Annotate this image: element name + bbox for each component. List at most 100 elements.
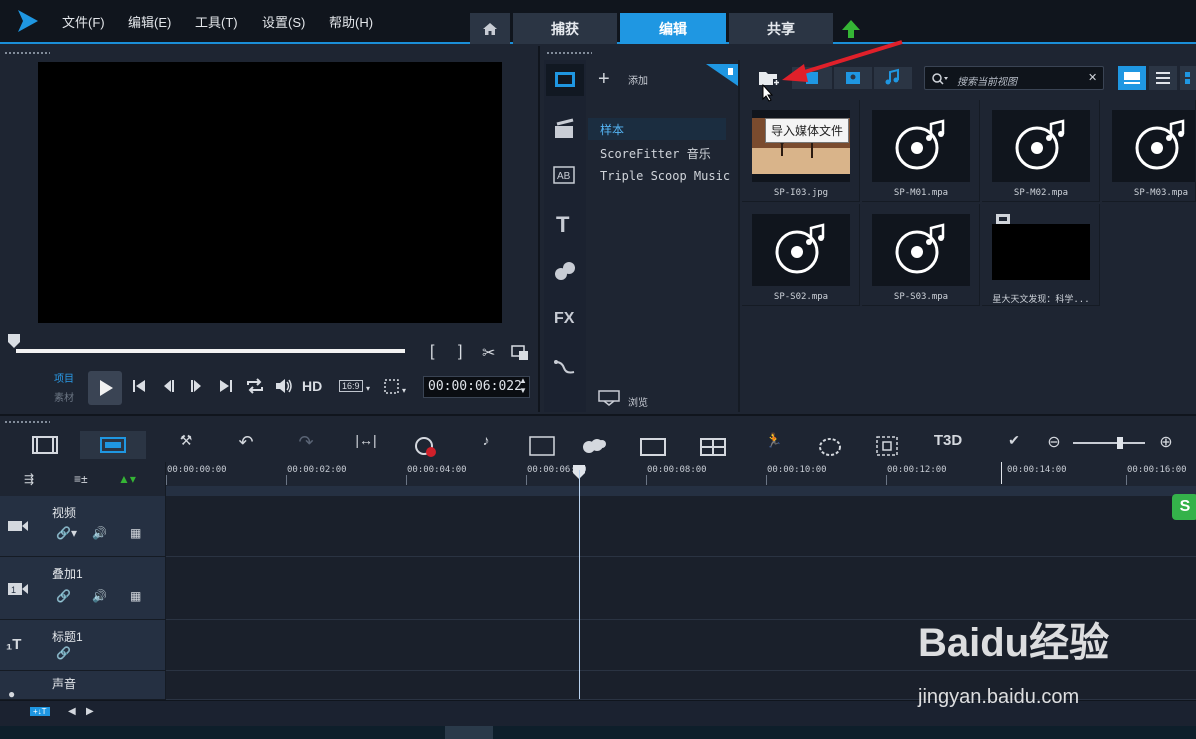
time-remap-icon[interactable]: 🏃	[760, 432, 788, 454]
add-icon[interactable]: +	[598, 68, 610, 91]
panel-grip[interactable]	[4, 420, 50, 424]
link-icon[interactable]: 🔗▾	[56, 526, 77, 540]
search-input[interactable]: 搜索当前视图 ✕	[924, 66, 1104, 90]
browse-icon[interactable]	[598, 390, 620, 406]
add-track-small-icon[interactable]: +↓T	[30, 707, 50, 716]
instant-project-icon[interactable]	[553, 118, 577, 140]
track-manager-icon[interactable]: ⇶	[24, 472, 34, 486]
add-track-icon[interactable]: ≡±	[74, 472, 88, 486]
media-item[interactable]: SP-M01.mpa	[862, 100, 980, 202]
track-video[interactable]: S	[166, 494, 1196, 557]
multi-camera-icon[interactable]	[700, 438, 726, 456]
media-item-label: SP-S03.mpa	[893, 292, 949, 302]
end-icon[interactable]	[218, 378, 234, 394]
media-item[interactable]: SP-M03.mpa	[1102, 100, 1196, 202]
smart-package-icon[interactable]: ✔	[1000, 432, 1028, 454]
timeline-view-button[interactable]	[80, 431, 146, 459]
zoom-slider-handle[interactable]	[1117, 437, 1123, 449]
menu-tools[interactable]: 工具(T)	[195, 12, 238, 31]
hd-toggle[interactable]: HD	[302, 378, 322, 394]
pan-zoom-icon[interactable]	[876, 436, 898, 456]
grid-toggle-icon[interactable]: ▦	[130, 589, 141, 603]
record-icon[interactable]	[413, 436, 439, 458]
enlarge-preview-icon[interactable]	[511, 345, 529, 361]
storyboard-view-icon[interactable]	[32, 436, 58, 454]
tab-home[interactable]	[470, 13, 510, 44]
fx-icon[interactable]: FX	[554, 310, 574, 328]
link-icon[interactable]: 🔗	[56, 589, 71, 603]
chevron-down-icon[interactable]: ▾	[402, 386, 406, 395]
tree-item-scorefitter[interactable]: ScoreFitter 音乐	[600, 145, 711, 162]
tree-item-triplescoop[interactable]: Triple Scoop Music	[600, 169, 730, 183]
mute-icon[interactable]: 🔊	[92, 589, 107, 603]
menu-settings[interactable]: 设置(S)	[262, 12, 305, 31]
play-button[interactable]	[88, 371, 122, 405]
timecode-stepper[interactable]: ▲ ▼	[519, 376, 527, 396]
path-icon[interactable]	[554, 358, 576, 376]
mark-in-icon[interactable]: [	[430, 343, 434, 361]
panel-grip[interactable]	[4, 51, 50, 55]
zoom-in-icon[interactable]: ⊕	[1152, 432, 1180, 454]
pin-icon[interactable]	[706, 64, 738, 86]
transition-icon[interactable]: AB	[553, 166, 575, 184]
grid-toggle-icon[interactable]: ▦	[130, 526, 141, 540]
add-folder-button[interactable]: 添加	[628, 72, 648, 87]
timeline-ruler[interactable]: 00:00:00:00 00:00:02:00 00:00:04:00 00:0…	[166, 462, 1196, 496]
media-item[interactable]: SP-S03.mpa	[862, 204, 980, 306]
tab-capture[interactable]: 捕获	[513, 13, 617, 44]
fit-icon[interactable]: |↔|	[352, 432, 380, 454]
scroll-right-icon[interactable]: ▶	[86, 706, 94, 717]
autom-music-icon[interactable]	[529, 436, 555, 456]
link-icon[interactable]: 🔗	[56, 646, 71, 660]
timecode-field[interactable]: 00:00:06:022	[423, 376, 530, 398]
mark-out-icon[interactable]: ]	[458, 343, 462, 361]
audio-disc-icon	[895, 119, 945, 170]
home-start-icon[interactable]	[131, 378, 147, 394]
audio-mixer-icon[interactable]: ♪	[472, 432, 500, 454]
tools-icon[interactable]: ⚒	[172, 432, 200, 454]
3d-title-icon[interactable]: T3D	[930, 432, 966, 454]
mode-project[interactable]: 项目	[54, 370, 74, 385]
mute-icon[interactable]: 🔊	[92, 526, 107, 540]
zoom-out-icon[interactable]: ⊖	[1040, 432, 1068, 454]
grid-view-button[interactable]	[1180, 66, 1196, 90]
taskbar-app-button[interactable]	[445, 726, 493, 739]
motion-track-icon[interactable]	[580, 436, 608, 456]
tree-item-samples[interactable]: 样本	[600, 121, 624, 138]
upload-icon[interactable]	[840, 18, 862, 40]
tab-edit[interactable]: 编辑	[620, 13, 726, 44]
scrub-handle-icon[interactable]	[8, 334, 20, 348]
subtitle-icon[interactable]	[640, 438, 666, 456]
scroll-left-icon[interactable]: ◀	[68, 706, 76, 717]
repeat-icon[interactable]	[245, 377, 265, 395]
scrub-bar[interactable]	[16, 349, 405, 353]
panel-grip[interactable]	[546, 51, 592, 55]
menu-edit[interactable]: 编辑(E)	[128, 12, 171, 31]
media-item[interactable]: 星大天文发现：科学...	[982, 204, 1100, 306]
zoom-slider[interactable]	[1073, 442, 1145, 444]
chevron-down-icon[interactable]: ▾	[366, 384, 370, 393]
mask-icon[interactable]	[818, 436, 842, 458]
scissors-icon[interactable]: ✂	[482, 343, 495, 363]
browse-button[interactable]: 浏览	[628, 394, 648, 409]
volume-icon[interactable]	[274, 377, 294, 395]
menu-help[interactable]: 帮助(H)	[329, 12, 373, 31]
title-icon[interactable]: T	[556, 212, 569, 238]
media-item[interactable]: SP-I03.jpg	[742, 100, 860, 202]
previous-frame-icon[interactable]	[161, 378, 177, 394]
aspect-ratio[interactable]: 16:9	[339, 380, 363, 392]
media-item[interactable]: SP-S02.mpa	[742, 204, 860, 306]
media-category-button[interactable]	[546, 64, 584, 96]
next-frame-icon[interactable]	[188, 378, 204, 394]
crop-icon[interactable]	[383, 378, 401, 396]
redo-icon[interactable]: ↷	[292, 432, 320, 454]
media-item[interactable]: SP-M02.mpa	[982, 100, 1100, 202]
undo-icon[interactable]: ↶	[232, 432, 260, 454]
thumbnail-view-button[interactable]	[1118, 66, 1146, 90]
graphics-icon[interactable]	[553, 260, 577, 282]
mode-clip[interactable]: 素材	[54, 389, 74, 404]
list-view-button[interactable]	[1149, 66, 1177, 90]
chapter-point-icon[interactable]: ▲▾	[118, 472, 136, 486]
clear-search-icon[interactable]: ✕	[1088, 71, 1097, 84]
menu-file[interactable]: 文件(F)	[62, 12, 105, 31]
